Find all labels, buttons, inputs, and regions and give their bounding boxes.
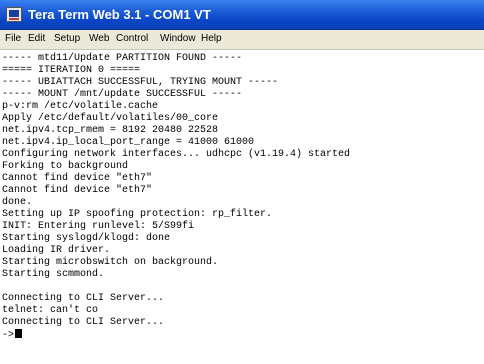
terminal-line: Cannot find device "eth7" — [2, 185, 153, 196]
terminal-line: Setting up IP spoofing protection: rp_fi… — [2, 209, 273, 220]
cli-prompt: -> — [2, 330, 15, 341]
terminal-prompt-line[interactable]: -> — [2, 329, 23, 341]
title-bar[interactable]: Tera Term Web 3.1 - COM1 VT — [0, 0, 484, 30]
terminal-line: Loading IR driver. — [2, 245, 111, 256]
terminal-line: net.ipv4.ip_local_port_range = 41000 610… — [2, 137, 255, 148]
terminal-line: done. — [2, 197, 33, 208]
menu-control[interactable]: Control — [116, 33, 148, 44]
tera-term-app-icon[interactable] — [6, 7, 22, 22]
terminal-line: Cannot find device "eth7" — [2, 173, 153, 184]
terminal-line: net.ipv4.tcp_rmem = 8192 20480 22528 — [2, 125, 219, 136]
menu-edit[interactable]: Edit — [28, 33, 45, 44]
menu-window[interactable]: Window — [160, 33, 196, 44]
terminal-line: p-v:rm /etc/volatile.cache — [2, 101, 159, 112]
terminal-line: Apply /etc/default/volatiles/00_core — [2, 113, 219, 124]
terminal-output[interactable]: ----- mtd11/Update PARTITION FOUND -----… — [0, 50, 484, 364]
text-cursor — [15, 329, 23, 338]
terminal-line: ----- UBIATTACH SUCCESSFUL, TRYING MOUNT… — [2, 77, 279, 88]
terminal-window: Tera Term Web 3.1 - COM1 VT File Edit Se… — [0, 0, 484, 364]
terminal-line: Connecting to CLI Server... — [2, 293, 165, 304]
terminal-line: telnet: can't co — [2, 305, 99, 316]
menu-help[interactable]: Help — [201, 33, 222, 44]
terminal-line: Starting scmmond. — [2, 269, 105, 280]
terminal-line: Connecting to CLI Server... — [2, 317, 165, 328]
menu-file[interactable]: File — [5, 33, 21, 44]
terminal-line: ----- mtd11/Update PARTITION FOUND ----- — [2, 53, 243, 64]
window-title: Tera Term Web 3.1 - COM1 VT — [28, 7, 211, 22]
terminal-line: Starting syslogd/klogd: done — [2, 233, 171, 244]
terminal-line: INIT: Entering runlevel: 5/S99fi — [2, 221, 195, 232]
menu-bar: File Edit Setup Web Control Window Help — [0, 30, 484, 50]
terminal-line: ----- MOUNT /mnt/update SUCCESSFUL ----- — [2, 89, 243, 100]
menu-web[interactable]: Web — [89, 33, 109, 44]
terminal-line: Forking to background — [2, 161, 129, 172]
menu-setup[interactable]: Setup — [54, 33, 80, 44]
terminal-line: Starting microbswitch on background. — [2, 257, 219, 268]
terminal-line: ===== ITERATION 0 ===== — [2, 65, 141, 76]
terminal-line: Configuring network interfaces... udhcpc… — [2, 149, 351, 160]
